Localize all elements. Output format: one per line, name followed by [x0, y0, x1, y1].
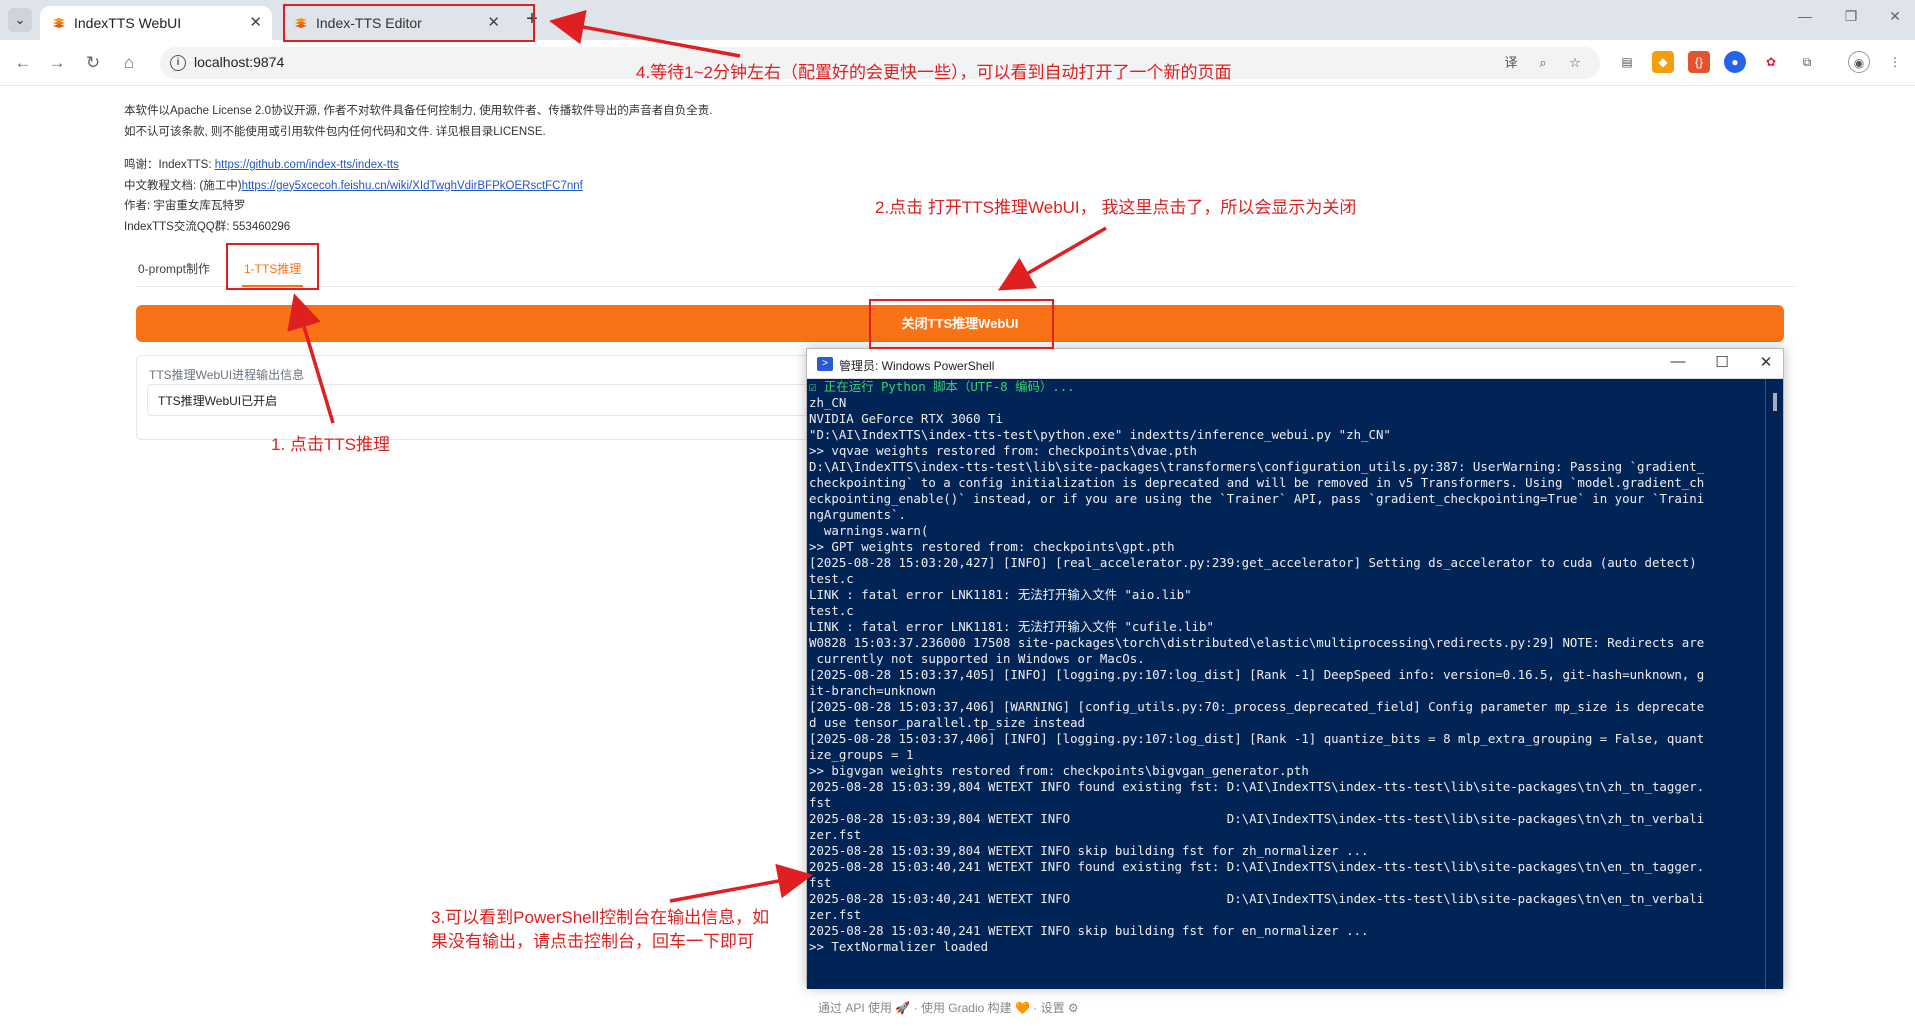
console-line: 2025-08-28 15:03:39,804 WETEXT INFO skip… — [809, 843, 1369, 858]
console-line: "D:\AI\IndexTTS\index-tts-test\python.ex… — [809, 427, 1391, 442]
credits: 鸣谢：IndexTTS: https://github.com/index-tt… — [124, 155, 583, 237]
translate-extension-icon[interactable]: ● — [1724, 51, 1746, 73]
annotation-step3-line1: 3.可以看到PowerShell控制台在输出信息，如 — [431, 908, 770, 927]
console-line: checkpointing` to a config initializatio… — [809, 475, 1705, 490]
close-icon[interactable]: ✕ — [249, 6, 262, 40]
console-line: it-branch=unknown — [809, 683, 936, 698]
console-line: >> vqvae weights restored from: checkpoi… — [809, 443, 1197, 458]
powershell-icon: > — [817, 357, 833, 371]
scrollbar-thumb[interactable] — [1773, 393, 1777, 411]
license-line: 本软件以Apache License 2.0协议开源, 作者不对软件具备任何控制… — [124, 105, 713, 117]
console-line: fst — [809, 795, 832, 810]
console-line: test.c — [809, 603, 854, 618]
highlight-editor-tab — [283, 4, 535, 42]
console-line: ize_groups = 1 — [809, 747, 914, 762]
minimize-icon[interactable]: — — [1790, 8, 1820, 24]
close-icon[interactable]: ✕ — [1751, 353, 1781, 371]
extensions-puzzle-icon[interactable]: ⧉ — [1796, 51, 1818, 73]
home-icon[interactable]: ⌂ — [116, 50, 142, 76]
powershell-window[interactable]: > 管理员: Windows PowerShell — ☐ ✕ ☑ 正在运行 P… — [806, 348, 1784, 989]
console-line: warnings.warn( — [809, 523, 929, 538]
highlight-tts-tab — [226, 243, 319, 290]
console-line: D:\AI\IndexTTS\index-tts-test\lib\site-p… — [809, 459, 1705, 474]
console-line: 2025-08-28 15:03:40,241 WETEXT INFO foun… — [809, 859, 1705, 874]
console-line: eckpointing_enable()` instead, or if you… — [809, 491, 1705, 506]
zoom-icon[interactable]: ⌕ — [1532, 53, 1554, 73]
thanks-prefix: 鸣谢：IndexTTS: — [124, 159, 215, 171]
qq-group-line: IndexTTS交流QQ群: 553460296 — [124, 220, 291, 233]
powershell-title: 管理员: Windows PowerShell — [839, 359, 995, 373]
forward-arrow-icon[interactable]: → — [44, 50, 70, 76]
highlight-toggle-button — [869, 299, 1054, 349]
console-line: 2025-08-28 15:03:40,241 WETEXT INFO D:\A… — [809, 891, 1705, 906]
more-menu-icon[interactable]: ⋮ — [1884, 51, 1906, 73]
console-line: d use tensor_parallel.tp_size instead — [809, 715, 1086, 730]
window-close-icon[interactable]: ✕ — [1880, 8, 1910, 25]
powershell-titlebar[interactable]: > 管理员: Windows PowerShell — ☐ ✕ — [807, 349, 1783, 379]
console-line: ngArguments`. — [809, 507, 906, 522]
thanks-line: 鸣谢：IndexTTS: https://github.com/index-tt… — [124, 155, 583, 176]
bookmark-star-icon[interactable]: ☆ — [1564, 53, 1586, 73]
reload-icon[interactable]: ↻ — [80, 50, 106, 76]
console-line: LINK : fatal error LNK1181: 无法打开输入文件 "ai… — [809, 587, 1192, 602]
annotation-step4: 4.等待1~2分钟左右（配置好的会更快一些），可以看到自动打开了一个新的页面 — [636, 63, 1232, 82]
console-line: >> TextNormalizer loaded — [809, 939, 989, 954]
process-output-panel: TTS推理WebUI进程输出信息 TTS推理WebUI已开启 — [136, 355, 846, 440]
translate-icon[interactable]: 译 — [1500, 53, 1522, 73]
orange-lightning-icon — [53, 18, 65, 28]
gradio-footer[interactable]: 通过 API 使用 🚀 · 使用 Gradio 构建 🧡 · 设置 ⚙ — [818, 999, 1079, 1016]
console-line: ☑ 正在运行 Python 脚本（UTF-8 编码）... — [809, 379, 1075, 394]
console-line: [2025-08-28 15:03:20,427] [INFO] [real_a… — [809, 555, 1697, 570]
tab-prompt[interactable]: 0-prompt制作 — [138, 251, 210, 287]
process-output-textbox[interactable]: TTS推理WebUI已开启 — [147, 384, 837, 416]
console-line: zer.fst — [809, 907, 862, 922]
adblock-extension-icon[interactable]: ✿ — [1760, 51, 1782, 73]
console-line: 2025-08-28 15:03:39,804 WETEXT INFO foun… — [809, 779, 1705, 794]
webui-tabs: 0-prompt制作 1-TTS推理 — [136, 251, 1796, 287]
browser-tab-indextts-webui[interactable]: IndexTTS WebUI ✕ — [40, 6, 272, 40]
powershell-console[interactable]: ☑ 正在运行 Python 脚本（UTF-8 编码）... zh_CN NVIDIA… — [807, 379, 1767, 989]
restore-icon[interactable]: ❐ — [1836, 8, 1866, 25]
console-line: fst — [809, 875, 832, 890]
console-line: W0828 15:03:37.236000 17508 site-package… — [809, 635, 1705, 650]
console-line: zer.fst — [809, 827, 862, 842]
console-line: zh_CN — [809, 395, 847, 410]
docs-link[interactable]: https://gey5xcecoh.feishu.cn/wiki/XIdTwg… — [242, 180, 583, 192]
console-line: [2025-08-28 15:03:37,406] [INFO] [loggin… — [809, 731, 1705, 746]
console-line: 2025-08-28 15:03:39,804 WETEXT INFO D:\A… — [809, 811, 1705, 826]
license-notice: 本软件以Apache License 2.0协议开源, 作者不对软件具备任何控制… — [124, 101, 713, 143]
console-scrollbar[interactable] — [1765, 379, 1783, 989]
docs-line: 中文教程文档: (施工中)https://gey5xcecoh.feishu.c… — [124, 176, 583, 197]
license-line: 如不认可该条款, 则不能使用或引用软件包内任何代码和文件. 详见根目录LICEN… — [124, 126, 546, 138]
annotation-step3: 3.可以看到PowerShell控制台在输出信息，如 果没有输出，请点击控制台，… — [431, 906, 769, 954]
console-line: [2025-08-28 15:03:37,406] [WARNING] [con… — [809, 699, 1705, 714]
profile-avatar-icon[interactable]: ◉ — [1848, 51, 1870, 73]
console-line: >> bigvgan weights restored from: checkp… — [809, 763, 1309, 778]
annotation-step2: 2.点击 打开TTS推理WebUI， 我这里点击了，所以会显示为关闭 — [875, 198, 1357, 217]
docs-prefix: 中文教程文档: (施工中) — [124, 179, 242, 192]
console-line: [2025-08-28 15:03:37,405] [INFO] [loggin… — [809, 667, 1705, 682]
tab-search-button[interactable]: ⌄ — [8, 8, 32, 32]
shield-extension-icon[interactable]: ◆ — [1652, 51, 1674, 73]
console-line: 2025-08-28 15:03:40,241 WETEXT INFO skip… — [809, 923, 1369, 938]
back-arrow-icon[interactable]: ← — [10, 50, 36, 76]
console-line: currently not supported in Windows or Ma… — [809, 651, 1145, 666]
tab-title: IndexTTS WebUI — [74, 15, 182, 31]
minimize-icon[interactable]: — — [1663, 353, 1693, 370]
annotation-step1: 1. 点击TTS推理 — [271, 435, 391, 454]
console-line: LINK : fatal error LNK1181: 无法打开输入文件 "cu… — [809, 619, 1214, 634]
process-output-label: TTS推理WebUI进程输出信息 — [149, 368, 305, 382]
url-text[interactable]: localhost:9874 — [194, 54, 284, 70]
indextts-github-link[interactable]: https://github.com/index-tts/index-tts — [215, 159, 399, 171]
reading-list-icon[interactable]: ▤ — [1616, 51, 1638, 73]
console-line: >> GPT weights restored from: checkpoint… — [809, 539, 1175, 554]
annotation-step3-line2: 果没有输出，请点击控制台，回车一下即可 — [431, 932, 754, 951]
author-line: 作者: 宇宙重女库瓦特罗 — [124, 200, 246, 212]
maximize-icon[interactable]: ☐ — [1707, 353, 1737, 371]
console-line: NVIDIA GeForce RTX 3060 Ti — [809, 411, 1003, 426]
site-info-icon[interactable]: i — [170, 55, 186, 71]
code-extension-icon[interactable]: {} — [1688, 51, 1710, 73]
console-line: test.c — [809, 571, 854, 586]
